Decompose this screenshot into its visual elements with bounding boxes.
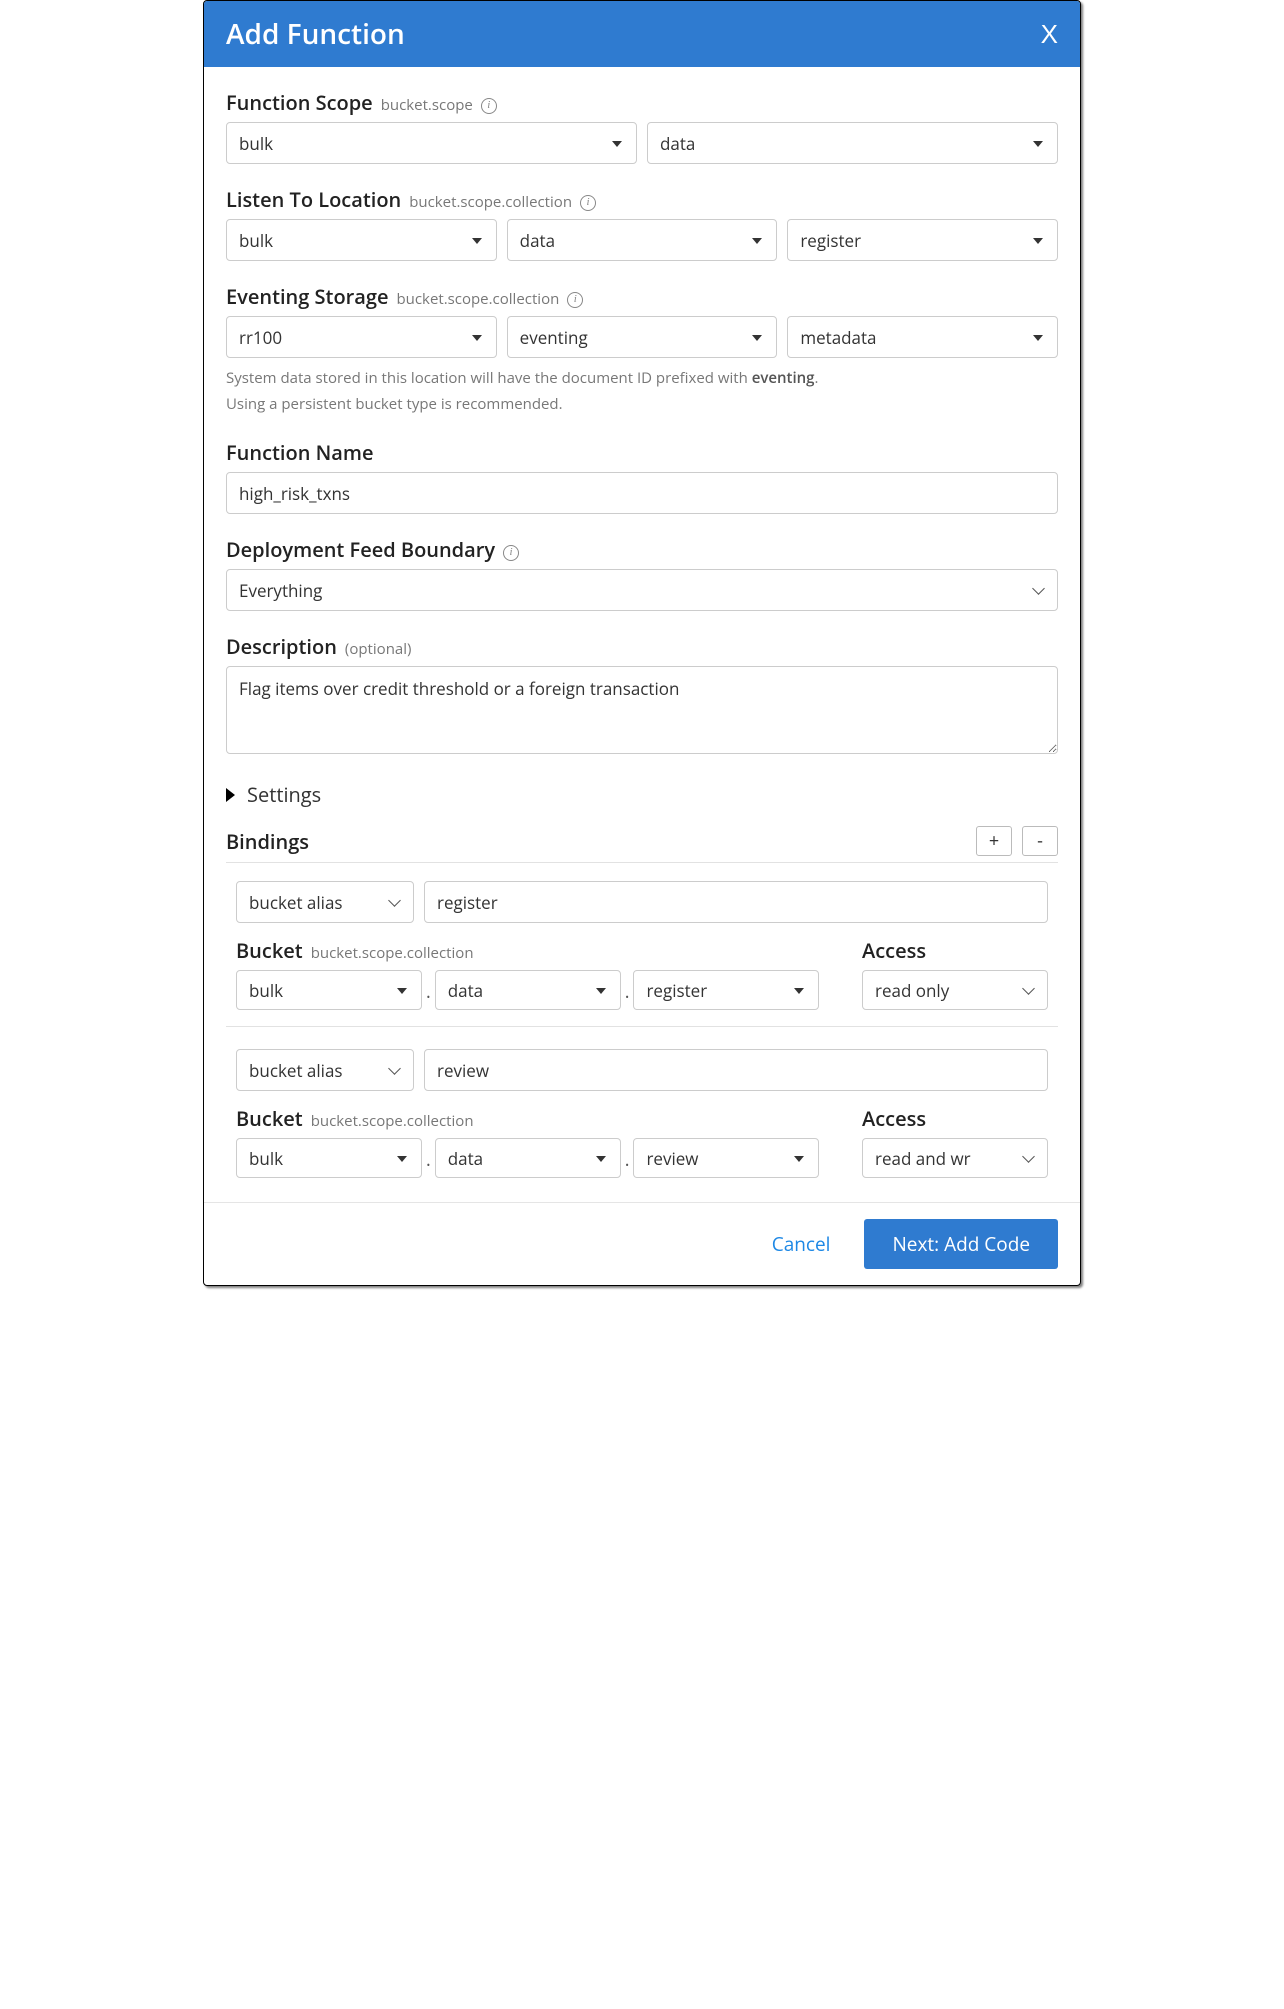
dot-separator: . xyxy=(422,980,435,1010)
deployment-boundary-section: Deployment Feed Boundary i Everything xyxy=(226,536,1058,611)
function-scope-bucket-select[interactable]: bulk xyxy=(226,122,637,164)
binding-type-select[interactable]: bucket alias xyxy=(236,881,414,923)
bindings-label: Bindings xyxy=(226,828,309,855)
select-value: bulk xyxy=(249,979,283,1002)
binding-bucket-label: Bucket xyxy=(236,937,303,964)
select-value: bulk xyxy=(249,1147,283,1170)
cancel-button[interactable]: Cancel xyxy=(766,1230,837,1258)
remove-binding-button[interactable]: - xyxy=(1022,826,1058,856)
deployment-boundary-label: Deployment Feed Boundary xyxy=(226,536,495,563)
binding-access-label: Access xyxy=(862,937,926,964)
dot-separator: . xyxy=(621,980,634,1010)
select-value: data xyxy=(660,132,695,155)
next-add-code-button[interactable]: Next: Add Code xyxy=(864,1219,1058,1269)
binding-bucket-select[interactable]: bulk xyxy=(236,970,422,1010)
binding-row: bucket alias Bucket bucket.scope.collect… xyxy=(226,881,1058,1010)
description-section: Description (optional) xyxy=(226,633,1058,759)
binding-scope-select[interactable]: data xyxy=(435,1138,621,1178)
dialog-titlebar: Add Function X xyxy=(204,1,1080,67)
help-text-part: . xyxy=(814,368,818,388)
select-value: rr100 xyxy=(239,326,282,349)
binding-access-select[interactable]: read and wr xyxy=(862,1138,1048,1178)
binding-scope-select[interactable]: data xyxy=(435,970,621,1010)
select-value: bulk xyxy=(239,132,273,155)
binding-type-select[interactable]: bucket alias xyxy=(236,1049,414,1091)
function-scope-section: Function Scope bucket.scope i bulk data xyxy=(226,89,1058,164)
eventing-storage-section: Eventing Storage bucket.scope.collection… xyxy=(226,283,1058,417)
listen-collection-select[interactable]: register xyxy=(787,219,1058,261)
description-label: Description xyxy=(226,633,337,660)
dialog-body: Function Scope bucket.scope i bulk data … xyxy=(204,67,1080,1202)
settings-disclosure[interactable]: Settings xyxy=(226,781,1058,808)
help-text-line2: Using a persistent bucket type is recomm… xyxy=(226,394,563,414)
deployment-boundary-select[interactable]: Everything xyxy=(226,569,1058,611)
binding-access-select[interactable]: read only xyxy=(862,970,1048,1010)
select-value: data xyxy=(448,979,483,1002)
listen-location-hint: bucket.scope.collection xyxy=(409,192,572,212)
help-text-part: System data stored in this location will… xyxy=(226,368,752,388)
close-icon[interactable]: X xyxy=(1041,19,1058,50)
select-value: data xyxy=(520,229,555,252)
help-text-bold: eventing xyxy=(752,368,815,388)
binding-access-label: Access xyxy=(862,1105,926,1132)
dialog-title: Add Function xyxy=(226,15,405,53)
select-value: read and wr xyxy=(875,1147,971,1170)
binding-bucket-hint: bucket.scope.collection xyxy=(311,943,474,963)
description-textarea[interactable] xyxy=(226,666,1058,754)
eventing-collection-select[interactable]: metadata xyxy=(787,316,1058,358)
dot-separator: . xyxy=(422,1148,435,1178)
function-scope-hint: bucket.scope xyxy=(381,95,473,115)
add-binding-button[interactable]: + xyxy=(976,826,1012,856)
info-icon[interactable]: i xyxy=(503,545,519,561)
select-value: register xyxy=(800,229,861,252)
listen-bucket-select[interactable]: bulk xyxy=(226,219,497,261)
function-scope-label: Function Scope xyxy=(226,89,373,116)
select-value: review xyxy=(646,1147,698,1170)
listen-location-label: Listen To Location xyxy=(226,186,401,213)
binding-row: bucket alias Bucket bucket.scope.collect… xyxy=(226,1049,1058,1178)
add-function-dialog: Add Function X Function Scope bucket.sco… xyxy=(203,0,1081,1286)
binding-alias-input[interactable] xyxy=(424,881,1048,923)
description-hint: (optional) xyxy=(345,639,412,659)
dot-separator: . xyxy=(621,1148,634,1178)
function-name-label: Function Name xyxy=(226,439,373,466)
bindings-header: Bindings + - xyxy=(226,826,1058,856)
binding-bucket-select[interactable]: bulk xyxy=(236,1138,422,1178)
binding-collection-select[interactable]: register xyxy=(633,970,819,1010)
divider xyxy=(226,862,1058,863)
binding-bucket-label: Bucket xyxy=(236,1105,303,1132)
eventing-bucket-select[interactable]: rr100 xyxy=(226,316,497,358)
divider xyxy=(226,1026,1058,1027)
listen-scope-select[interactable]: data xyxy=(507,219,778,261)
select-value: metadata xyxy=(800,326,876,349)
binding-alias-input[interactable] xyxy=(424,1049,1048,1091)
eventing-storage-hint: bucket.scope.collection xyxy=(397,289,560,309)
eventing-scope-select[interactable]: eventing xyxy=(507,316,778,358)
function-name-section: Function Name xyxy=(226,439,1058,514)
listen-location-section: Listen To Location bucket.scope.collecti… xyxy=(226,186,1058,261)
triangle-right-icon xyxy=(226,788,235,802)
select-value: eventing xyxy=(520,326,588,349)
binding-bucket-hint: bucket.scope.collection xyxy=(311,1111,474,1131)
dialog-footer: Cancel Next: Add Code xyxy=(204,1202,1080,1285)
binding-collection-select[interactable]: review xyxy=(633,1138,819,1178)
select-value: register xyxy=(646,979,707,1002)
info-icon[interactable]: i xyxy=(580,195,596,211)
select-value: bucket alias xyxy=(249,891,343,914)
function-name-input[interactable] xyxy=(226,472,1058,514)
select-value: bucket alias xyxy=(249,1059,343,1082)
info-icon[interactable]: i xyxy=(481,98,497,114)
select-value: Everything xyxy=(239,579,322,602)
eventing-storage-label: Eventing Storage xyxy=(226,283,389,310)
select-value: bulk xyxy=(239,229,273,252)
function-scope-scope-select[interactable]: data xyxy=(647,122,1058,164)
info-icon[interactable]: i xyxy=(567,292,583,308)
settings-label: Settings xyxy=(247,781,321,808)
select-value: read only xyxy=(875,979,949,1002)
select-value: data xyxy=(448,1147,483,1170)
eventing-help-text: System data stored in this location will… xyxy=(226,366,1058,417)
